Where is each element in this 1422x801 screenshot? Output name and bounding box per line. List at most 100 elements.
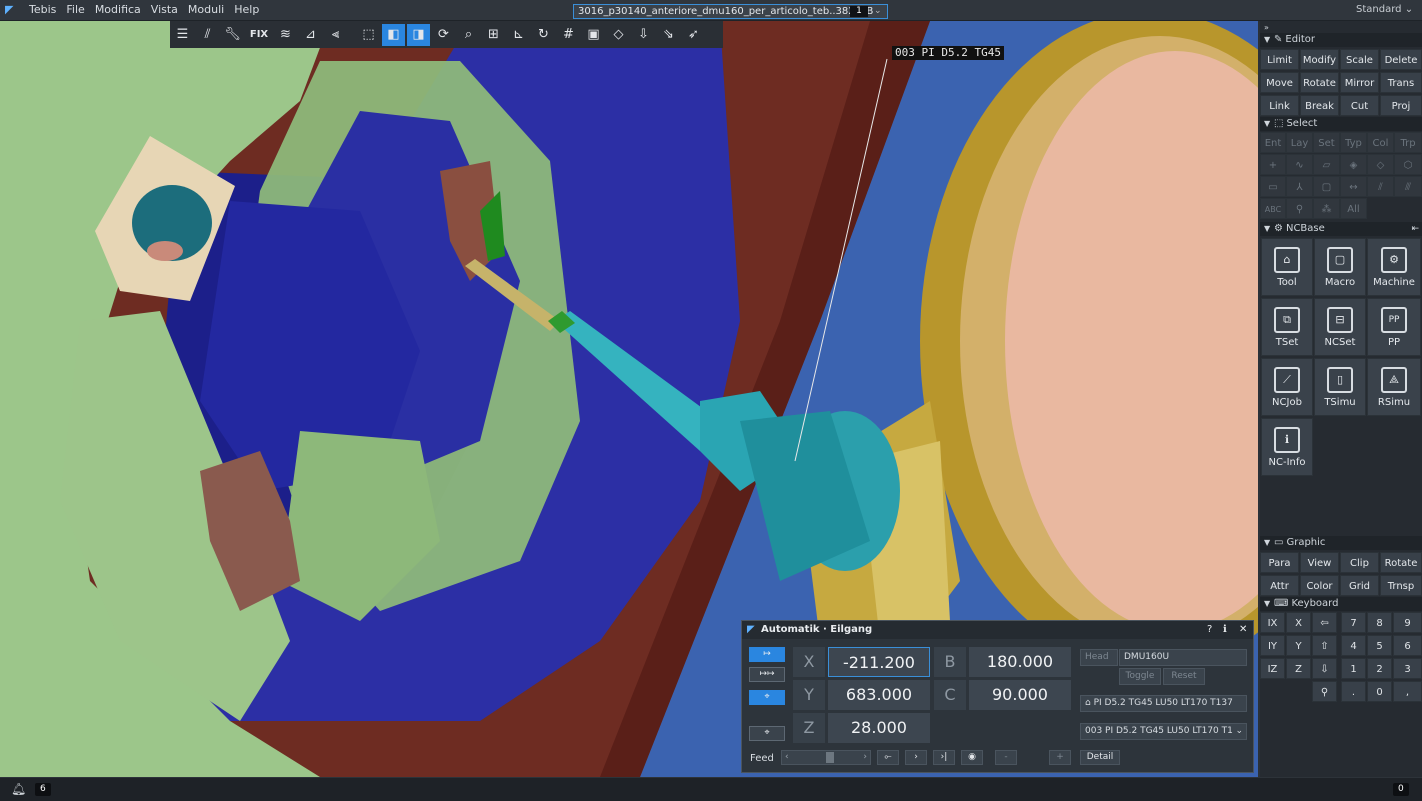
arrow-left-icon[interactable]: ⇤ (1411, 222, 1419, 236)
select-col-button[interactable]: Col (1367, 132, 1394, 153)
graphic-attr-button[interactable]: Attr (1260, 575, 1299, 596)
key-8[interactable]: 8 (1367, 612, 1392, 633)
stop-button[interactable]: ◉ (961, 750, 983, 765)
mode-step-button[interactable]: ↦↦ (749, 667, 785, 682)
ncbase-machine-button[interactable]: ⚙ Machine (1367, 238, 1421, 296)
menu-app[interactable]: Tebis (24, 0, 61, 20)
key-7[interactable]: 7 (1341, 612, 1366, 633)
file-tab[interactable]: 3016_p30140_anteriore_dmu160_per_articol… (573, 4, 888, 19)
curves-icon[interactable]: ≋ (274, 24, 297, 46)
detail-button[interactable]: Detail (1080, 750, 1120, 765)
menu-file[interactable]: File (61, 0, 89, 20)
ncbase-tool-button[interactable]: ⌂ Tool (1261, 238, 1313, 296)
lines-icon[interactable]: ⫽ (196, 24, 219, 46)
select-shape-icon[interactable]: ▭ (1260, 176, 1286, 197)
close-icon[interactable]: ✕ (1239, 621, 1247, 639)
editor-trans-button[interactable]: Trans (1380, 72, 1422, 93)
key-5[interactable]: 5 (1367, 635, 1392, 656)
help-icon[interactable]: ? (1207, 621, 1212, 639)
axis-y-value[interactable]: 683.000 (828, 680, 930, 710)
rotate-icon[interactable]: ↻ (532, 24, 555, 46)
key-9[interactable]: 9 (1393, 612, 1422, 633)
ncbase-tsimu-button[interactable]: ▯ TSimu (1314, 358, 1366, 416)
grid-icon[interactable]: # (557, 24, 580, 46)
select-box-icon[interactable]: ⬡ (1394, 154, 1422, 175)
select-point-icon[interactable]: + (1260, 154, 1286, 175)
editor-link-button[interactable]: Link (1260, 95, 1299, 116)
axis-b-value[interactable]: 180.000 (969, 647, 1071, 677)
graphic-clip-button[interactable]: Clip (1340, 552, 1379, 573)
toggle-button[interactable]: Toggle (1119, 668, 1161, 685)
view-front-icon[interactable]: ◇ (607, 24, 630, 46)
select-dim-icon[interactable]: ↔ (1340, 176, 1367, 197)
list-icon[interactable]: ☰ (171, 24, 194, 46)
graphic-trnsp-button[interactable]: Trnsp (1380, 575, 1422, 596)
ncbase-macro-button[interactable]: ▢ Macro (1314, 238, 1366, 296)
key-down[interactable]: ⇩ (1312, 658, 1337, 679)
key-ix[interactable]: IX (1260, 612, 1285, 633)
select-set-button[interactable]: Set (1313, 132, 1340, 153)
key-x[interactable]: X (1286, 612, 1311, 633)
chevron-down-icon[interactable]: ⌄ (874, 5, 882, 18)
section-ncbase-header[interactable]: ▼ ⚙ NCBase ⇤ (1260, 222, 1422, 236)
key-iz[interactable]: IZ (1260, 658, 1285, 679)
ncbase-pp-button[interactable]: PP PP (1367, 298, 1421, 356)
slider-left-icon[interactable]: ‹ (785, 751, 789, 764)
key-2[interactable]: 2 (1367, 658, 1392, 679)
key-iy[interactable]: IY (1260, 635, 1285, 656)
ncbase-tset-button[interactable]: ⧉ TSet (1261, 298, 1313, 356)
select-trp-button[interactable]: Trp (1394, 132, 1422, 153)
select-text-icon[interactable]: ABC (1260, 198, 1286, 219)
section-graphic-header[interactable]: ▼ ▭ Graphic (1260, 536, 1422, 550)
view-side-icon[interactable]: ⇘ (657, 24, 680, 46)
editor-break-button[interactable]: Break (1300, 95, 1339, 116)
feed-slider-handle[interactable] (826, 752, 834, 763)
select-group-icon[interactable]: ⁂ (1313, 198, 1340, 219)
key-3[interactable]: 3 (1393, 658, 1422, 679)
editor-rotate-button[interactable]: Rotate (1300, 72, 1339, 93)
plus-button[interactable]: + (1049, 750, 1071, 765)
head-value[interactable]: DMU160U (1119, 649, 1247, 666)
select-pin-icon[interactable]: ⚲ (1286, 198, 1313, 219)
step-back-button[interactable]: ⟜ (877, 750, 899, 765)
view-top-icon[interactable]: ⇩ (632, 24, 655, 46)
editor-cut-button[interactable]: Cut (1340, 95, 1379, 116)
select-frame-icon[interactable]: ▢ (1313, 176, 1340, 197)
graphic-rotate-button[interactable]: Rotate (1380, 552, 1422, 573)
cursor-icon[interactable]: ➶ (682, 24, 705, 46)
editor-move-button[interactable]: Move (1260, 72, 1299, 93)
menu-modifica[interactable]: Modifica (90, 0, 146, 20)
dialog-title-bar[interactable]: ◤ Automatik · Eilgang ? ℹ ✕ (742, 621, 1253, 639)
graphic-para-button[interactable]: Para (1260, 552, 1299, 573)
editor-mirror-button[interactable]: Mirror (1340, 72, 1379, 93)
cube-shaded-icon[interactable]: ◧ (382, 23, 405, 46)
select-lay-button[interactable]: Lay (1286, 132, 1313, 153)
feed-slider[interactable]: ‹ › (781, 750, 871, 765)
graphic-grid-button[interactable]: Grid (1340, 575, 1379, 596)
graphic-view-button[interactable]: View (1300, 552, 1339, 573)
select-solid-icon[interactable]: ◈ (1340, 154, 1367, 175)
key-up[interactable]: ⇧ (1312, 635, 1337, 656)
menu-moduli[interactable]: Moduli (183, 0, 229, 20)
zoom-icon[interactable]: ⌕ (457, 24, 480, 46)
reset-button[interactable]: Reset (1163, 668, 1205, 685)
section-editor-header[interactable]: ▼ ✎ Editor (1260, 33, 1422, 47)
graphic-color-button[interactable]: Color (1300, 575, 1339, 596)
key-y[interactable]: Y (1286, 635, 1311, 656)
mode-center-button[interactable]: ⌖ (749, 726, 785, 741)
info-icon[interactable]: ℹ (1223, 621, 1227, 639)
key-left[interactable]: ⇦ (1312, 612, 1337, 633)
key-4[interactable]: 4 (1341, 635, 1366, 656)
axis-c-value[interactable]: 90.000 (969, 680, 1071, 710)
editor-scale-button[interactable]: Scale (1340, 49, 1379, 70)
refresh-icon[interactable]: ⟳ (432, 24, 455, 46)
editor-modify-button[interactable]: Modify (1300, 49, 1339, 70)
select-all-button[interactable]: All (1340, 198, 1367, 219)
editor-delete-button[interactable]: Delete (1380, 49, 1422, 70)
layout-select[interactable]: Standard ⌄ (1356, 3, 1418, 17)
ncbase-ncset-button[interactable]: ⊟ NCSet (1314, 298, 1366, 356)
slider-right-icon[interactable]: › (863, 751, 867, 764)
minus-button[interactable]: - (995, 750, 1017, 765)
key-0[interactable]: 0 (1367, 681, 1392, 702)
frame-icon[interactable]: ▣ (582, 24, 605, 46)
